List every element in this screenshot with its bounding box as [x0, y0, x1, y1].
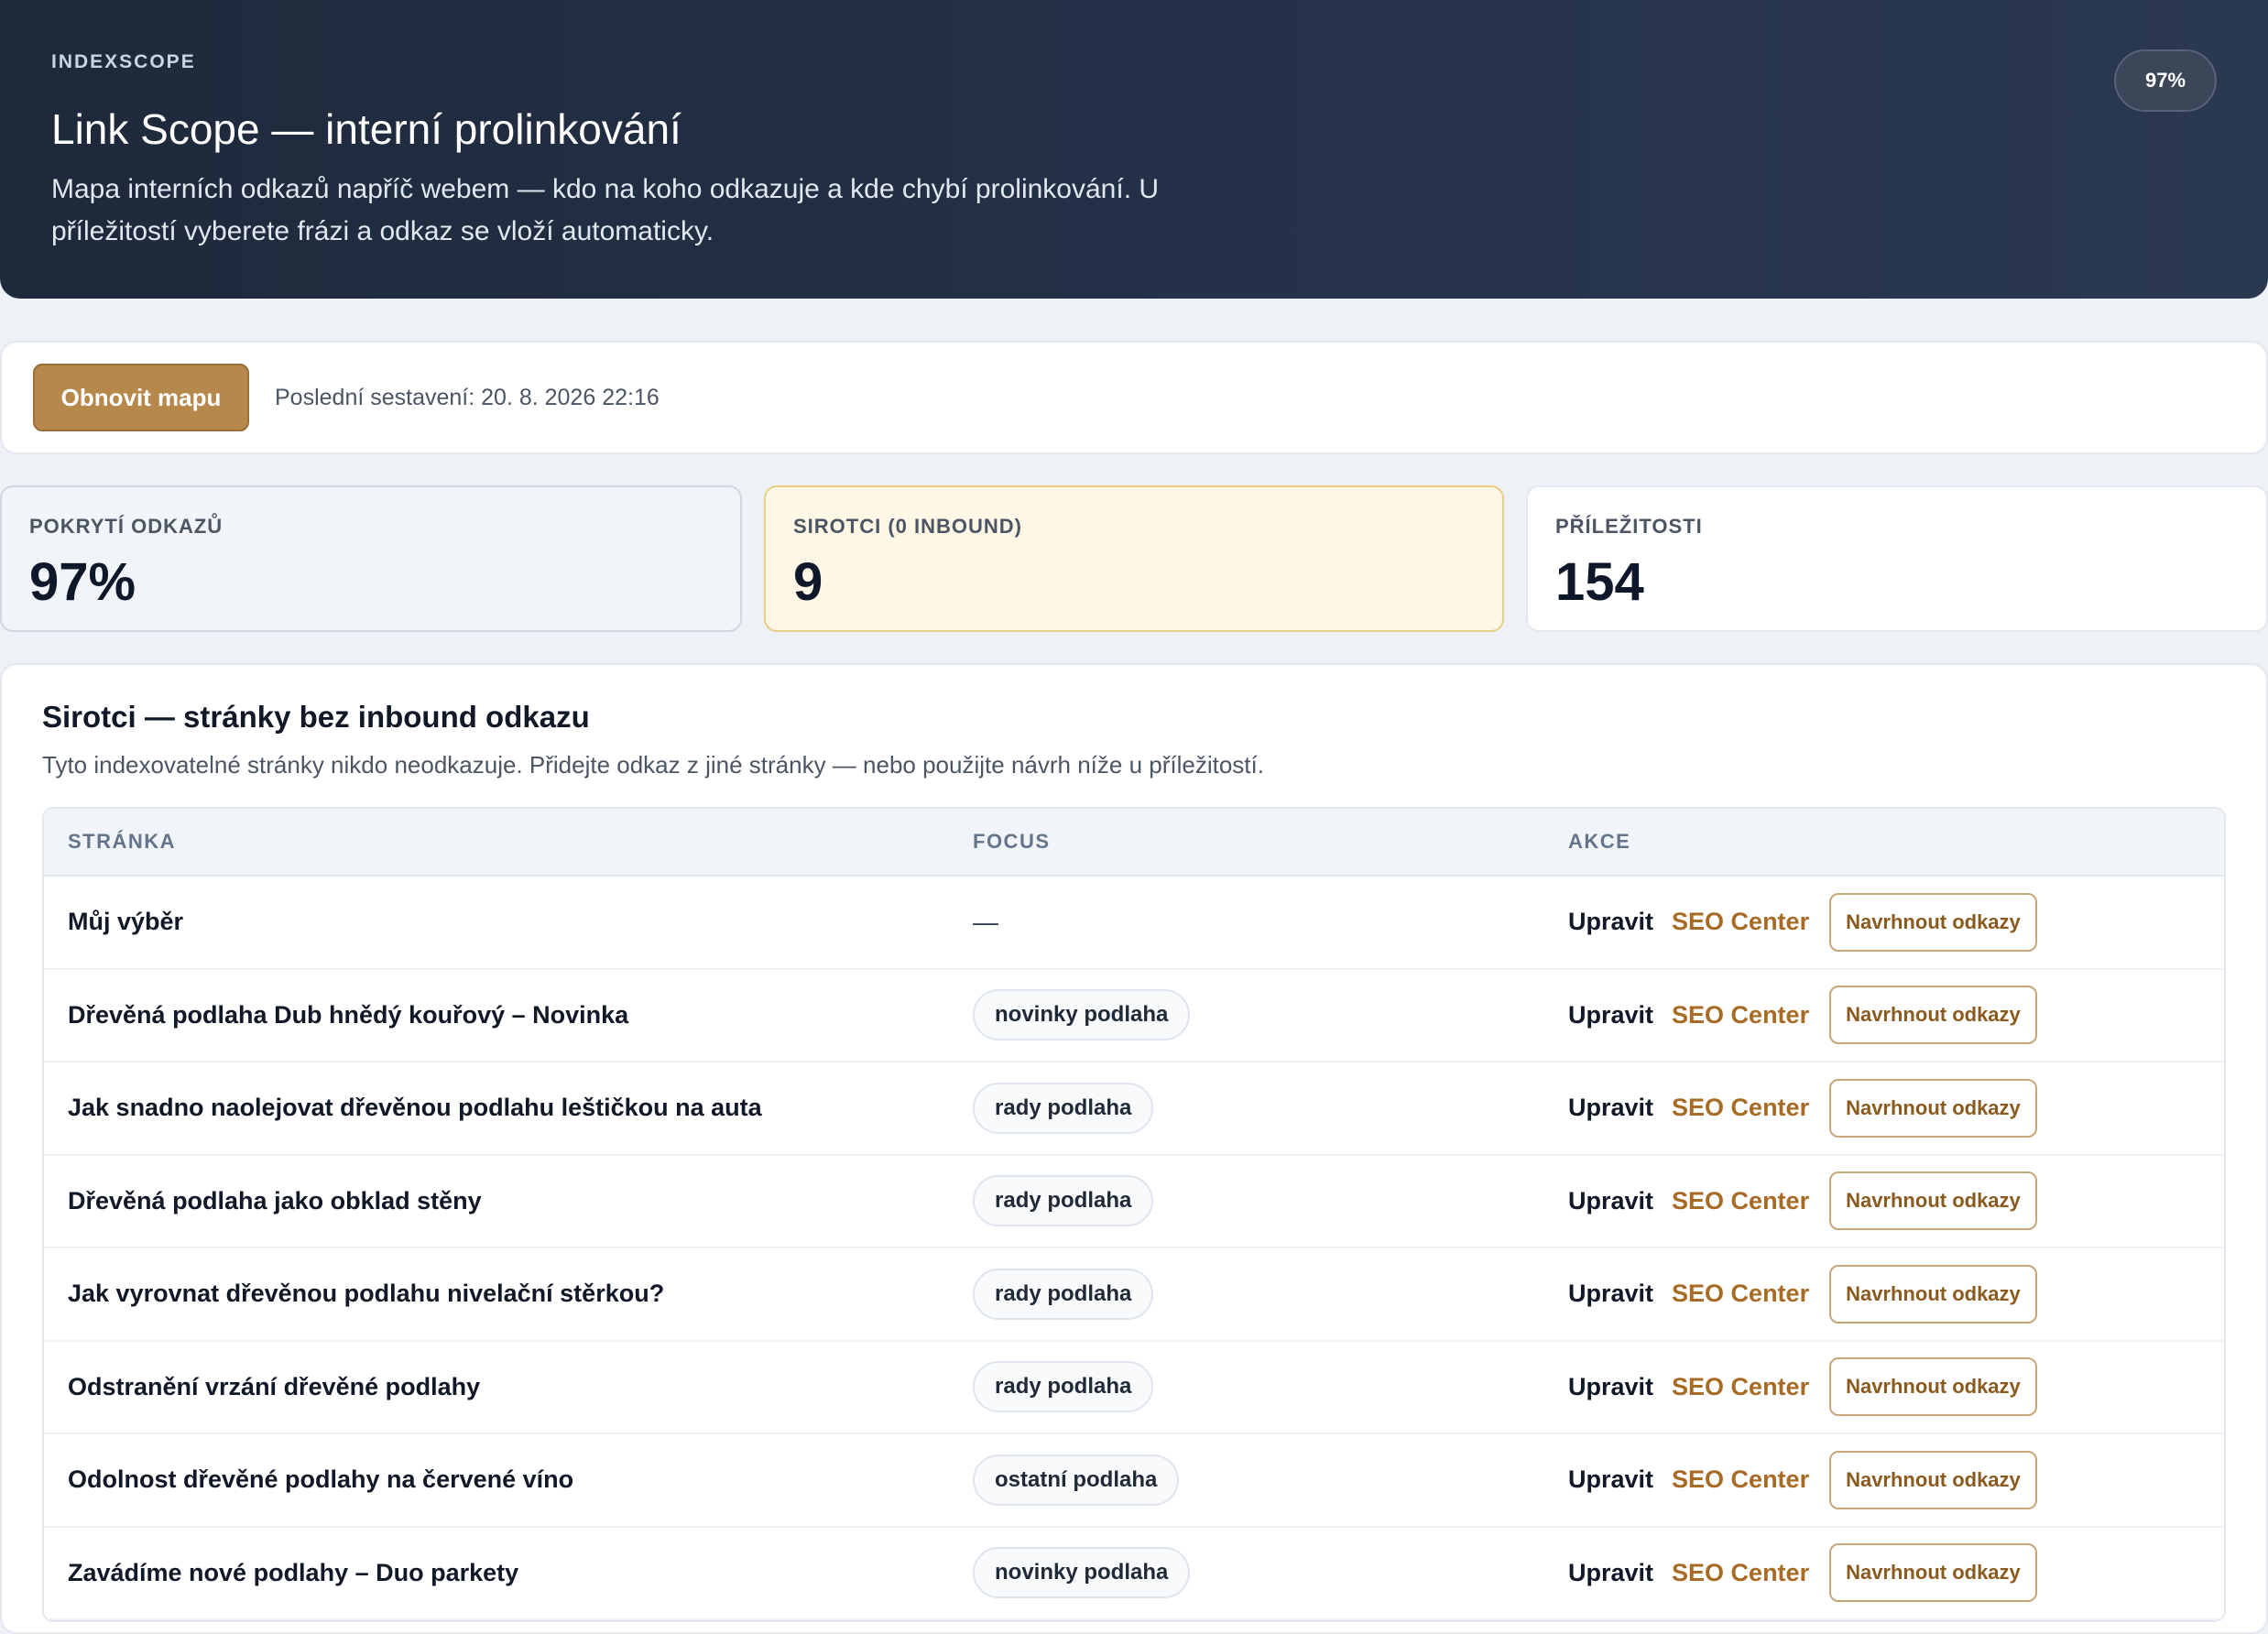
- page-title-cell: Jak vyrovnat dřevěnou podlahu nivelační …: [68, 1280, 665, 1308]
- table-row: Dřevěná podlaha jako obklad stěny rady po…: [44, 1156, 2224, 1248]
- seo-center-link[interactable]: SEO Center: [1672, 1094, 1809, 1122]
- edit-link[interactable]: Upravit: [1568, 1280, 1653, 1308]
- edit-link[interactable]: Upravit: [1568, 1001, 1653, 1029]
- stat-value: 97%: [29, 552, 136, 612]
- edit-link[interactable]: Upravit: [1568, 1373, 1653, 1401]
- stat-value: 154: [1555, 552, 1644, 612]
- last-built-timestamp: Poslední sestavení: 20. 8. 2026 22:16: [275, 384, 660, 410]
- table-row: Zavádíme nové podlahy – Duo parkety novin…: [44, 1528, 2224, 1620]
- seo-center-link[interactable]: SEO Center: [1672, 1280, 1809, 1308]
- stat-label: POKRYTÍ ODKAZŮ: [29, 515, 224, 538]
- page-title-cell: Můj výběr: [68, 908, 184, 936]
- seo-center-link[interactable]: SEO Center: [1672, 908, 1809, 936]
- table-body: Můj výběr — Upravit SEO Center Navrhnout odk…: [44, 877, 2224, 1620]
- suggest-links-button[interactable]: Navrhnout odkazy: [1829, 1264, 2037, 1324]
- coverage-badge: 97%: [2114, 49, 2217, 112]
- stat-label: PŘÍLEŽITOSTI: [1555, 515, 1703, 538]
- edit-link[interactable]: Upravit: [1568, 1465, 1653, 1494]
- focus-chip: rady podlaha: [973, 1175, 1154, 1227]
- table-header: STRÁNKA FOCUS AKCE: [44, 809, 2224, 877]
- column-header-actions: AKCE: [1568, 830, 1631, 853]
- seo-center-link[interactable]: SEO Center: [1672, 1465, 1809, 1494]
- seo-center-link[interactable]: SEO Center: [1672, 1559, 1809, 1587]
- suggest-links-button[interactable]: Navrhnout odkazy: [1829, 1543, 2037, 1603]
- suggest-links-button[interactable]: Navrhnout odkazy: [1829, 1357, 2037, 1417]
- page-title: Link Scope — interní prolinkování: [51, 105, 681, 153]
- focus-chip: ostatní podlaha: [973, 1454, 1180, 1506]
- stat-label: SIROTCI (0 INBOUND): [793, 515, 1022, 538]
- section-title: Sirotci — stránky bez inbound odkazu: [42, 700, 590, 734]
- page-title-cell: Odolnost dřevěné podlahy na červené víno: [68, 1465, 574, 1494]
- edit-link[interactable]: Upravit: [1568, 1559, 1653, 1587]
- table-row: Dřevěná podlaha Dub hnědý kouřový – Novi…: [44, 970, 2224, 1062]
- column-header-page: STRÁNKA: [68, 830, 177, 853]
- orphans-section: Sirotci — stránky bez inbound odkazu Tyt…: [0, 663, 2268, 1634]
- stat-card-opportunities: PŘÍLEŽITOSTI 154: [1526, 485, 2268, 632]
- page-title-cell: Zavádíme nové podlahy – Duo parkety: [68, 1558, 519, 1586]
- page-description: Mapa interních odkazů napříč webem — kdo…: [51, 174, 1160, 246]
- toolbar: Obnovit mapu Poslední sestavení: 20. 8. …: [0, 341, 2268, 454]
- focus-chip: rady podlaha: [973, 1082, 1154, 1134]
- focus-chip: novinky podlaha: [973, 989, 1191, 1041]
- table-row: Odolnost dřevěné podlahy na červené víno…: [44, 1434, 2224, 1528]
- stat-value: 9: [793, 552, 823, 612]
- table-row: Jak snadno naolejovat dřevěnou podlahu l…: [44, 1062, 2224, 1156]
- suggest-links-button[interactable]: Navrhnout odkazy: [1829, 1078, 2037, 1138]
- edit-link[interactable]: Upravit: [1568, 908, 1653, 936]
- column-header-focus: FOCUS: [973, 830, 1051, 853]
- table-row: Odstranění vrzání dřevěné podlahy rady po…: [44, 1342, 2224, 1434]
- table-row: Můj výběr — Upravit SEO Center Navrhnout odk…: [44, 877, 2224, 970]
- focus-chip: novinky podlaha: [973, 1547, 1191, 1599]
- seo-center-link[interactable]: SEO Center: [1672, 1187, 1809, 1215]
- suggest-links-button[interactable]: Navrhnout odkazy: [1829, 1450, 2037, 1509]
- focus-chip: rady podlaha: [973, 1268, 1154, 1320]
- brand-label: INDEXSCOPE: [51, 51, 196, 72]
- suggest-links-button[interactable]: Navrhnout odkazy: [1829, 892, 2037, 952]
- edit-link[interactable]: Upravit: [1568, 1094, 1653, 1122]
- suggest-links-button[interactable]: Navrhnout odkazy: [1829, 1171, 2037, 1231]
- focus-empty: —: [973, 907, 998, 936]
- focus-chip: rady podlaha: [973, 1361, 1154, 1413]
- page-title-cell: Jak snadno naolejovat dřevěnou podlahu l…: [68, 1094, 762, 1122]
- stat-card-coverage: POKRYTÍ ODKAZŮ 97%: [0, 485, 742, 632]
- page-title-cell: Odstranění vrzání dřevěné podlahy: [68, 1372, 481, 1400]
- page-header: INDEXSCOPE Link Scope — interní prolinko…: [0, 0, 2268, 299]
- table-row: Jak vyrovnat dřevěnou podlahu nivelační …: [44, 1248, 2224, 1342]
- edit-link[interactable]: Upravit: [1568, 1187, 1653, 1215]
- seo-center-link[interactable]: SEO Center: [1672, 1001, 1809, 1029]
- orphans-table: STRÁNKA FOCUS AKCE Můj výběr — Upravit SEO …: [42, 807, 2226, 1622]
- suggest-links-button[interactable]: Navrhnout odkazy: [1829, 986, 2037, 1045]
- page-title-cell: Dřevěná podlaha Dub hnědý kouřový – Novi…: [68, 1000, 629, 1029]
- section-description: Tyto indexovatelné stránky nikdo neodkaz…: [42, 751, 1264, 779]
- seo-center-link[interactable]: SEO Center: [1672, 1373, 1809, 1401]
- refresh-map-button[interactable]: Obnovit mapu: [33, 364, 249, 431]
- page-title-cell: Dřevěná podlaha jako obklad stěny: [68, 1186, 482, 1215]
- stat-card-orphans: SIROTCI (0 INBOUND) 9: [764, 485, 1504, 632]
